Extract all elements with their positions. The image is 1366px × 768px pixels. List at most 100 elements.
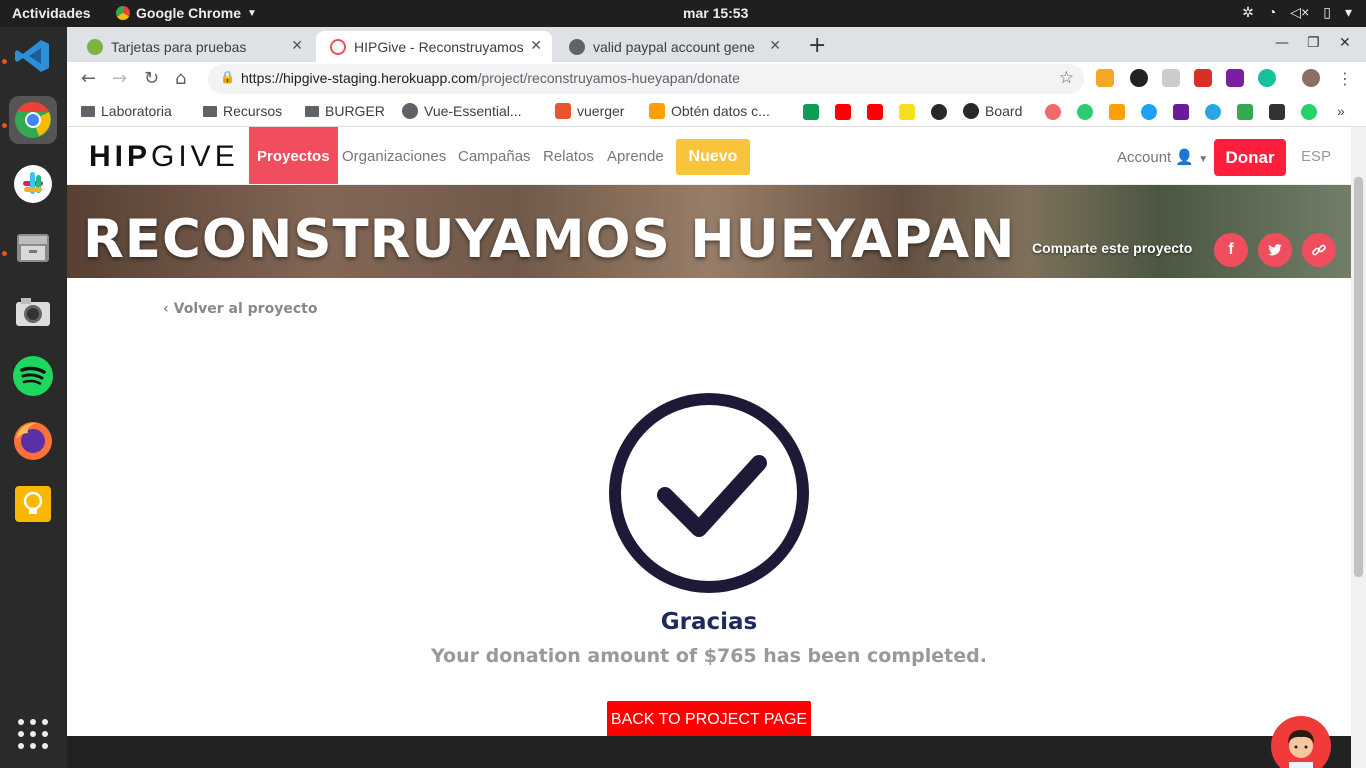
drive-icon[interactable]: [1237, 104, 1253, 120]
twitter-icon[interactable]: [1141, 104, 1157, 120]
lock-icon[interactable]: 🔒: [220, 70, 235, 84]
github-icon: [963, 103, 979, 119]
bookmark-link[interactable]: Obtén datos c...: [649, 103, 770, 119]
forward-arrow-icon[interactable]: →: [112, 68, 127, 89]
nav-aprende[interactable]: Aprende: [607, 148, 664, 165]
support-agent-icon: [1288, 730, 1314, 768]
code-icon[interactable]: [899, 104, 915, 120]
chat-avatar-button[interactable]: [1271, 716, 1331, 768]
forms-icon[interactable]: [1173, 104, 1189, 120]
bookmark-star-icon[interactable]: ☆: [1059, 68, 1074, 88]
firefox-icon[interactable]: [9, 416, 57, 464]
tab-paypal[interactable]: valid paypal account gene ✕: [555, 31, 791, 62]
system-tray[interactable]: ✲ ◔ ◁× ▯ ▾: [1242, 4, 1352, 21]
browser-toolbar: ← → ↻ ⌂ 🔒 https://hipgive-staging.heroku…: [67, 62, 1366, 96]
codepen-icon[interactable]: [1269, 104, 1285, 120]
bookmark-folder[interactable]: BURGER: [305, 103, 385, 119]
donation-message: Your donation amount of $765 has been co…: [431, 645, 987, 667]
tab-tarjetas[interactable]: Tarjetas para pruebas ✕: [73, 31, 313, 62]
chrome-window: Tarjetas para pruebas ✕ HIPGive - Recons…: [67, 27, 1366, 768]
spotify-icon[interactable]: [9, 352, 57, 400]
github-icon[interactable]: [931, 104, 947, 120]
tab-hipgive[interactable]: HIPGive - Reconstruyamos ✕: [316, 31, 552, 62]
bookmark-folder[interactable]: Laboratoria: [81, 103, 172, 119]
facebook-share-icon[interactable]: f: [1214, 233, 1248, 267]
minimize-icon[interactable]: —: [1275, 35, 1289, 51]
account-menu[interactable]: Account 👤 ▼: [1117, 148, 1208, 166]
logger-extension-icon[interactable]: [1096, 69, 1114, 87]
reload-icon[interactable]: ↻: [144, 68, 159, 89]
nav-campanas[interactable]: Campañas: [458, 148, 531, 165]
donar-button[interactable]: Donar: [1214, 139, 1286, 176]
tab-title: HIPGive - Reconstruyamos: [354, 38, 524, 55]
sheets-icon[interactable]: [803, 104, 819, 120]
bookmark-folder[interactable]: Recursos: [203, 103, 282, 119]
battery-icon[interactable]: ▯: [1323, 4, 1331, 21]
gmail-checker-icon[interactable]: [1194, 69, 1212, 87]
twitter-share-icon[interactable]: [1258, 233, 1292, 267]
bookmark-label: Obtén datos c...: [671, 103, 770, 119]
page-scrollbar[interactable]: [1351, 127, 1366, 768]
new-tab-button[interactable]: +: [808, 33, 826, 58]
close-icon[interactable]: ✕: [530, 37, 542, 54]
show-applications-icon[interactable]: [9, 710, 57, 758]
url-host: https://hipgive-staging.herokuapp.com: [241, 70, 478, 86]
nuevo-button[interactable]: Nuevo: [676, 139, 750, 175]
whatsapp-icon[interactable]: [1301, 104, 1317, 120]
youtube-icon[interactable]: [835, 104, 851, 120]
hipgive-favicon-icon: [330, 38, 346, 55]
back-to-project-button[interactable]: BACK TO PROJECT PAGE: [607, 701, 811, 739]
burger-icon: [555, 103, 571, 119]
nav-proyectos[interactable]: Proyectos: [249, 127, 338, 184]
asana-icon[interactable]: [1045, 104, 1061, 120]
hipgive-logo[interactable]: HIPGIVE: [89, 140, 239, 174]
language-toggle[interactable]: ESP: [1301, 148, 1331, 165]
profile-avatar[interactable]: [1302, 69, 1320, 87]
nav-relatos[interactable]: Relatos: [543, 148, 594, 165]
color-extension-icon[interactable]: [1130, 69, 1148, 87]
camera-icon[interactable]: [9, 288, 57, 336]
bookmark-link[interactable]: Board: [963, 103, 1022, 119]
slack-icon[interactable]: [9, 160, 57, 208]
close-window-icon[interactable]: ✕: [1339, 35, 1351, 51]
extension-icon[interactable]: [1226, 69, 1244, 87]
bookmark-link[interactable]: vuerger: [555, 103, 624, 119]
volume-icon[interactable]: ◁×: [1290, 4, 1309, 21]
clock[interactable]: mar 15:53: [683, 5, 748, 21]
folder-icon: [81, 105, 95, 117]
bookmark-label: Laboratoria: [101, 103, 172, 119]
user-icon: 👤: [1175, 149, 1195, 166]
back-to-project-link[interactable]: ‹ Volver al proyecto: [163, 301, 317, 317]
telegram-icon[interactable]: [1205, 104, 1221, 120]
wifi-icon[interactable]: ◔: [1268, 4, 1276, 21]
link-share-icon[interactable]: [1302, 233, 1336, 267]
power-menu-icon[interactable]: ▾: [1345, 4, 1352, 21]
url-text[interactable]: https://hipgive-staging.herokuapp.com/pr…: [241, 70, 740, 86]
grammarly-icon[interactable]: [1258, 69, 1276, 87]
home-icon[interactable]: ⌂: [175, 68, 186, 89]
address-bar[interactable]: 🔒 https://hipgive-staging.herokuapp.com/…: [208, 64, 1084, 94]
notes-bulb-icon[interactable]: [9, 480, 57, 528]
youtube-icon[interactable]: [867, 104, 883, 120]
scrollbar-thumb[interactable]: [1354, 177, 1363, 577]
network-hub-icon[interactable]: ✲: [1242, 4, 1254, 21]
url-path: /project/reconstruyamos-hueyapan/donate: [477, 70, 740, 86]
back-arrow-icon[interactable]: ←: [81, 68, 96, 89]
activities-button[interactable]: Actividades: [12, 5, 91, 21]
running-indicator: [2, 251, 7, 256]
vscode-icon[interactable]: [9, 32, 57, 80]
vue-devtools-icon[interactable]: [1162, 69, 1180, 87]
close-icon[interactable]: ✕: [291, 37, 303, 54]
menu-dots-icon[interactable]: ⋮: [1337, 69, 1353, 88]
app-menu[interactable]: Google Chrome ▼: [116, 5, 257, 21]
nav-organizaciones[interactable]: Organizaciones: [342, 148, 446, 165]
chrome-icon[interactable]: [9, 96, 57, 144]
bookmark-link[interactable]: Vue-Essential...: [402, 103, 522, 119]
files-icon[interactable]: [9, 224, 57, 272]
site-navbar: HIPGIVE Proyectos Organizaciones Campaña…: [67, 127, 1351, 185]
more-bookmarks-icon[interactable]: »: [1337, 103, 1345, 119]
restore-icon[interactable]: ❐: [1307, 35, 1320, 51]
close-icon[interactable]: ✕: [769, 37, 781, 54]
s-icon[interactable]: [1077, 104, 1093, 120]
firebase-icon[interactable]: [1109, 104, 1125, 120]
